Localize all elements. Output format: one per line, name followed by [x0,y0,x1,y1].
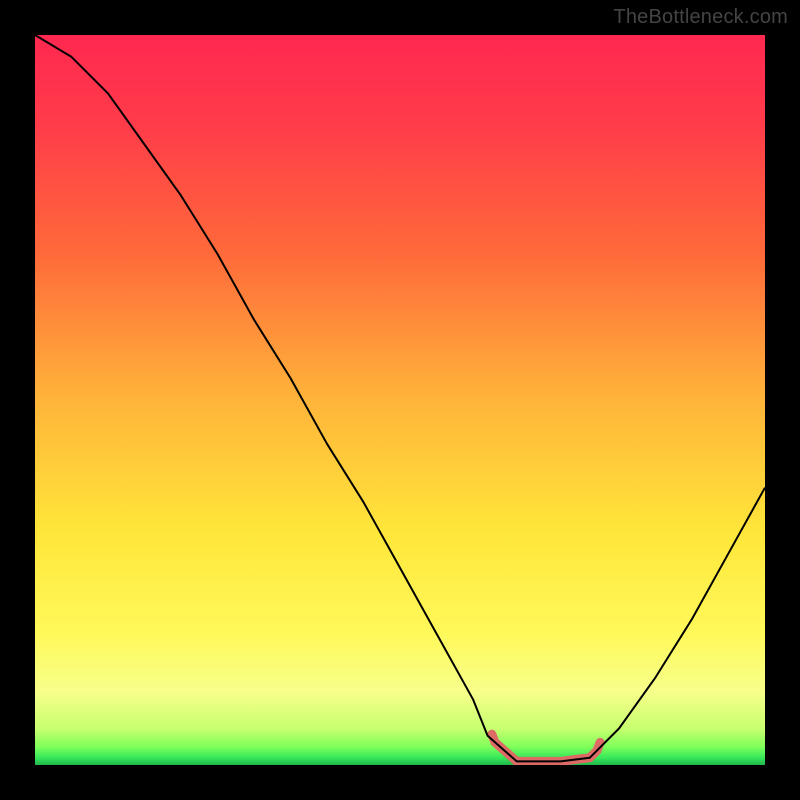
bottleneck-chart-svg [35,35,765,765]
watermark-text: TheBottleneck.com [613,6,788,29]
chart-area [35,35,765,765]
